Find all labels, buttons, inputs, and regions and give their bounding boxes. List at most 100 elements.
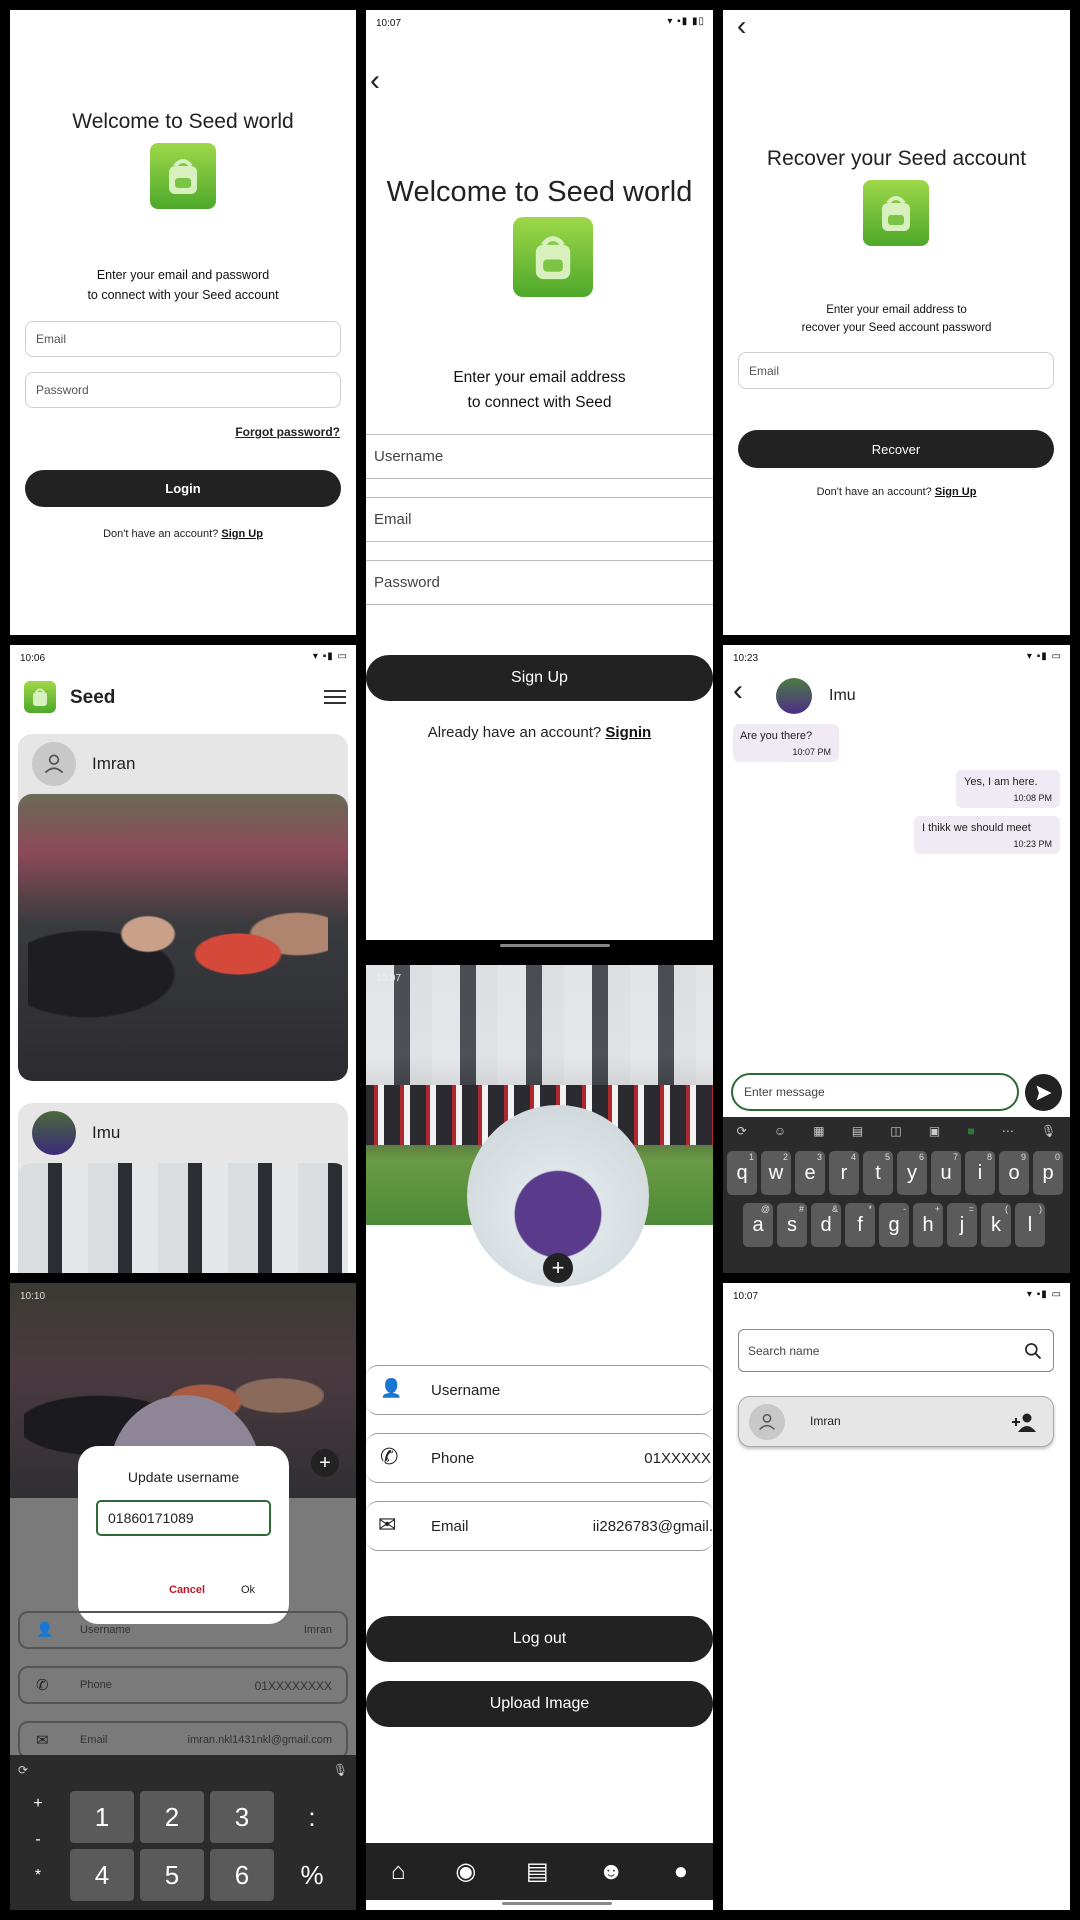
message-bubble[interactable]: I thikk we should meet 10:23 PM (914, 816, 1060, 854)
profile-icon[interactable]: ● (674, 1858, 689, 1886)
key-i[interactable]: i8 (965, 1151, 995, 1195)
message-bubble[interactable]: Are you there? 10:07 PM (733, 724, 839, 762)
key-h[interactable]: h + (913, 1203, 943, 1247)
add-photo-button[interactable]: + (311, 1449, 339, 1477)
key-l[interactable]: l) (1015, 1203, 1045, 1247)
key-d[interactable]: d & (811, 1203, 841, 1247)
chat-icon[interactable]: ▤ (526, 1857, 549, 1886)
email-value: ii2826783@gmail. (592, 1518, 713, 1535)
seed-logo (24, 681, 56, 713)
camera-icon[interactable]: ◉ (455, 1857, 476, 1886)
numpad-key[interactable]: : (280, 1791, 344, 1843)
emoji-icon[interactable]: ☺ (774, 1124, 786, 1138)
numpad-key-symbol[interactable]: + (28, 1795, 48, 1813)
numpad-key-symbol[interactable]: - (28, 1831, 48, 1849)
numpad-key[interactable]: 5 (140, 1849, 204, 1901)
numbers-icon[interactable]: ▣ (929, 1124, 940, 1138)
password-field[interactable]: Password (25, 372, 341, 408)
numpad-key-symbol[interactable]: * (28, 1867, 48, 1885)
flag-icon[interactable]: ■ (967, 1124, 974, 1138)
app-name: Seed (70, 687, 116, 708)
key-hint: 8 (986, 1152, 992, 1162)
translate-icon[interactable]: ◫ (890, 1124, 901, 1138)
back-arrow-icon[interactable]: ‹ (733, 676, 743, 706)
key-a[interactable]: a @ (743, 1203, 773, 1247)
upload-image-button[interactable]: Upload Image (366, 1681, 713, 1727)
post-card[interactable]: Imran (18, 734, 348, 1081)
rotate-icon[interactable]: ⟳ (737, 1124, 747, 1138)
key-hint: 1 (748, 1152, 754, 1162)
key-o[interactable]: o9 (999, 1151, 1029, 1195)
username-input[interactable]: 01860171089 (96, 1500, 271, 1536)
key-p[interactable]: p0 (1033, 1151, 1063, 1195)
login-instruction-1: Enter your email and password (96, 268, 270, 282)
back-arrow-icon[interactable]: ‹ (370, 66, 380, 96)
mic-icon[interactable]: 🎙 (333, 1763, 348, 1777)
phone-row[interactable]: ✆ Phone 01XXXXXXXX (18, 1666, 348, 1704)
key-q[interactable]: q1 (727, 1151, 757, 1195)
key-j[interactable]: j = (947, 1203, 977, 1247)
email-field[interactable]: Email (25, 321, 341, 357)
key-k[interactable]: k( (981, 1203, 1011, 1247)
message-text: Yes, I am here. (964, 776, 1038, 788)
send-button[interactable] (1025, 1074, 1062, 1111)
email-row[interactable]: ✉ Email imran.nkl1431nkl@gmail.com (18, 1721, 348, 1759)
key-w[interactable]: w2 (761, 1151, 791, 1195)
search-result[interactable]: Imran (738, 1396, 1054, 1447)
email-field[interactable]: Email (366, 497, 713, 542)
username-row[interactable]: 👤 Username Imran (18, 1611, 348, 1649)
signup-screen: 10:07 ▾ ▪▮ ▮▯ ‹ Welcome to Seed world En… (366, 10, 713, 940)
signup-button[interactable]: Sign Up (366, 655, 713, 701)
key-e[interactable]: e3 (795, 1151, 825, 1195)
numpad-key[interactable]: 3 (210, 1791, 274, 1843)
message-bubble[interactable]: Yes, I am here. 10:08 PM (956, 770, 1060, 808)
forgot-password-link[interactable]: Forgot password? (235, 425, 340, 439)
numpad-key[interactable]: 2 (140, 1791, 204, 1843)
logout-button[interactable]: Log out (366, 1616, 713, 1662)
more-icon[interactable]: ⋯ (1002, 1124, 1014, 1138)
rotate-icon[interactable]: ⟳ (18, 1763, 28, 1777)
key-t[interactable]: t5 (863, 1151, 893, 1195)
groups-icon[interactable]: ☻ (598, 1858, 623, 1886)
numpad-key[interactable]: % (280, 1849, 344, 1901)
gif-icon[interactable]: ▦ (813, 1124, 824, 1138)
login-button[interactable]: Login (25, 470, 341, 507)
back-arrow-icon[interactable]: ‹ (737, 12, 746, 40)
post-card[interactable]: Imu (18, 1103, 348, 1273)
status-icons: ▾ ▪▮ ▮▯ (667, 16, 705, 27)
cancel-button[interactable]: Cancel (169, 1584, 205, 1596)
mic-icon[interactable]: 🎙 (1041, 1124, 1056, 1138)
add-photo-button[interactable]: + (543, 1253, 573, 1283)
username-field[interactable]: Username (366, 434, 713, 479)
username-row[interactable]: 👤 Username (366, 1365, 713, 1415)
signup-link[interactable]: Sign Up (935, 486, 977, 498)
username-label: Username (80, 1624, 131, 1636)
key-g[interactable]: g- (879, 1203, 909, 1247)
message-input[interactable]: Enter message (731, 1073, 1019, 1111)
signup-link[interactable]: Sign Up (221, 528, 263, 540)
clipboard-icon[interactable]: ▤ (852, 1124, 863, 1138)
email-row[interactable]: ✉ Email ii2826783@gmail. (366, 1501, 713, 1551)
search-input[interactable]: Search name (738, 1329, 1054, 1372)
numpad-key[interactable]: 1 (70, 1791, 134, 1843)
recover-button[interactable]: Recover (738, 430, 1054, 468)
key-y[interactable]: y6 (897, 1151, 927, 1195)
key-r[interactable]: r4 (829, 1151, 859, 1195)
signin-link[interactable]: Signin (605, 724, 651, 741)
numpad-key[interactable]: 6 (210, 1849, 274, 1901)
ok-button[interactable]: Ok (241, 1584, 255, 1596)
key-f[interactable]: f * (845, 1203, 875, 1247)
password-field[interactable]: Password (366, 560, 713, 605)
home-icon[interactable]: ⌂ (391, 1858, 406, 1886)
key-s[interactable]: s # (777, 1203, 807, 1247)
phone-row[interactable]: ✆ Phone 01XXXXX (366, 1433, 713, 1483)
search-icon[interactable] (1023, 1341, 1043, 1361)
status-time: 10:06 (20, 653, 46, 664)
numpad-key[interactable]: 4 (70, 1849, 134, 1901)
email-field[interactable]: Email (738, 352, 1054, 389)
menu-icon[interactable] (324, 687, 346, 708)
login-title: Welcome to Seed world (72, 110, 294, 133)
add-friend-icon[interactable] (1011, 1410, 1037, 1434)
person-icon (759, 1413, 775, 1430)
key-u[interactable]: u7 (931, 1151, 961, 1195)
